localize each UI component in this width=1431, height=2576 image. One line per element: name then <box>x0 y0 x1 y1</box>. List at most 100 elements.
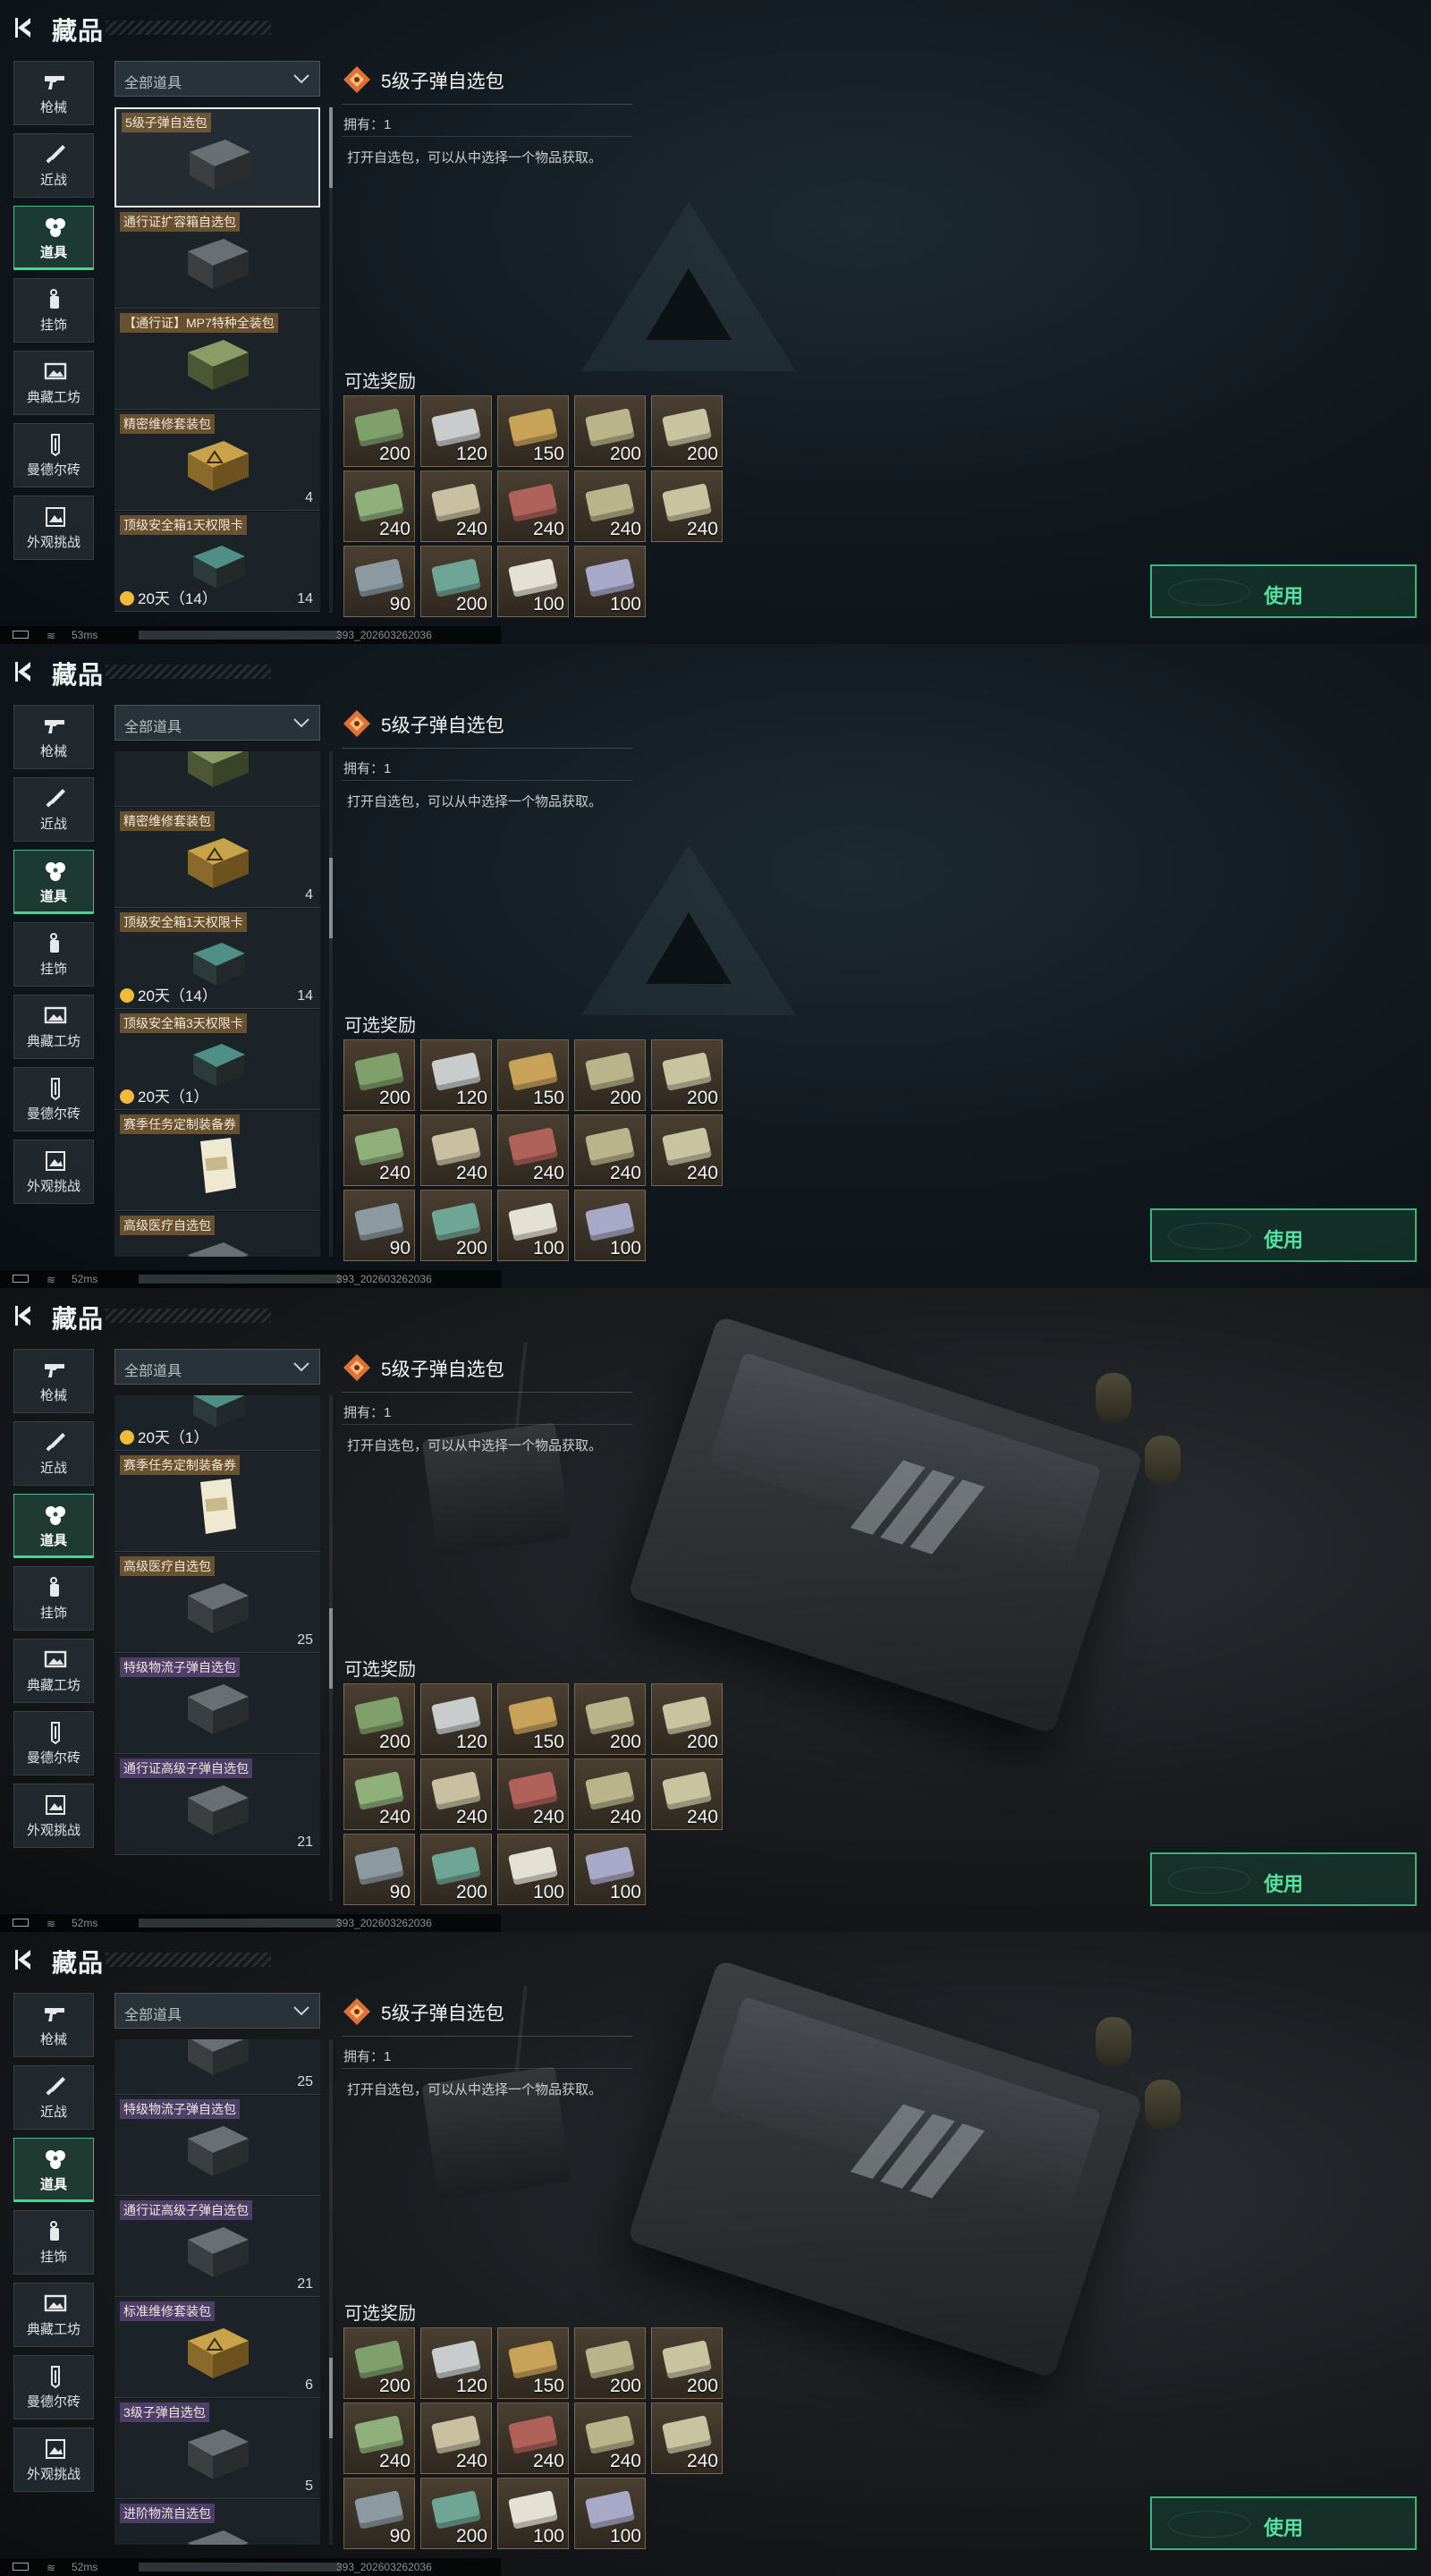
sidebar-item-workshop[interactable]: 典藏工坊 <box>13 2283 94 2347</box>
sidebar-item-workshop[interactable]: 典藏工坊 <box>13 1639 94 1703</box>
item-card[interactable]: 特级物流子弹自选包 <box>114 1654 320 1754</box>
sidebar-item-challenge[interactable]: 外观挑战 <box>13 496 94 560</box>
reward-option[interactable]: 90 <box>343 1834 415 1905</box>
back-arrow-icon[interactable] <box>13 659 38 684</box>
scrollbar-thumb[interactable] <box>329 1608 333 1689</box>
reward-option[interactable]: 120 <box>420 1683 492 1755</box>
item-card[interactable]: 25 <box>114 2039 320 2095</box>
reward-option[interactable]: 100 <box>497 2478 569 2549</box>
sidebar-item-charm[interactable]: 挂饰 <box>13 922 94 987</box>
reward-option[interactable]: 240 <box>574 1758 646 1830</box>
reward-option[interactable]: 240 <box>574 2402 646 2474</box>
reward-option[interactable]: 200 <box>651 1039 723 1111</box>
item-card[interactable]: 通行证扩容箱自选包 <box>114 208 320 309</box>
reward-option[interactable]: 240 <box>651 470 723 542</box>
sidebar-item-items[interactable]: 道具 <box>13 206 94 270</box>
reward-option[interactable]: 150 <box>497 2327 569 2399</box>
reward-option[interactable]: 200 <box>343 2327 415 2399</box>
reward-option[interactable]: 100 <box>574 546 646 617</box>
reward-option[interactable]: 200 <box>574 1683 646 1755</box>
reward-option[interactable]: 90 <box>343 1190 415 1261</box>
sidebar-item-knife[interactable]: 近战 <box>13 777 94 842</box>
item-list-scrollbar[interactable] <box>329 751 333 1257</box>
item-list-scrollbar[interactable] <box>329 1395 333 1901</box>
item-filter-dropdown[interactable]: 全部道具 <box>114 1349 320 1385</box>
reward-option[interactable]: 150 <box>497 1683 569 1755</box>
reward-option[interactable]: 200 <box>420 2478 492 2549</box>
back-arrow-icon[interactable] <box>13 1947 38 1972</box>
sidebar-item-brick[interactable]: 曼德尔砖 <box>13 423 94 487</box>
reward-option[interactable]: 200 <box>574 1039 646 1111</box>
item-list-scrollbar[interactable] <box>329 107 333 613</box>
sidebar-item-knife[interactable]: 近战 <box>13 133 94 198</box>
reward-option[interactable]: 90 <box>343 546 415 617</box>
item-card[interactable]: 高级医疗自选包 25 <box>114 1553 320 1653</box>
reward-option[interactable]: 240 <box>420 1114 492 1186</box>
reward-option[interactable]: 240 <box>343 1758 415 1830</box>
reward-option[interactable]: 240 <box>420 470 492 542</box>
reward-option[interactable]: 240 <box>343 470 415 542</box>
use-button[interactable]: 使用 <box>1150 564 1417 618</box>
reward-option[interactable]: 240 <box>497 2402 569 2474</box>
reward-option[interactable]: 240 <box>651 1114 723 1186</box>
sidebar-item-workshop[interactable]: 典藏工坊 <box>13 351 94 415</box>
item-card[interactable]: 顶级安全箱3天权限卡 20天（1） <box>114 1010 320 1110</box>
reward-option[interactable]: 200 <box>651 2327 723 2399</box>
sidebar-item-brick[interactable]: 曼德尔砖 <box>13 2355 94 2419</box>
reward-option[interactable]: 100 <box>497 1190 569 1261</box>
sidebar-item-challenge[interactable]: 外观挑战 <box>13 1784 94 1848</box>
reward-option[interactable]: 200 <box>343 1039 415 1111</box>
use-button[interactable]: 使用 <box>1150 1852 1417 1906</box>
reward-option[interactable]: 200 <box>420 1834 492 1905</box>
item-card[interactable]: 特级物流子弹自选包 <box>114 2096 320 2196</box>
reward-option[interactable]: 240 <box>343 1114 415 1186</box>
item-card[interactable]: 顶级安全箱1天权限卡 20天（14） 14 <box>114 909 320 1009</box>
item-card[interactable]: 精密维修套装包 4 <box>114 808 320 908</box>
item-filter-dropdown[interactable]: 全部道具 <box>114 1993 320 2029</box>
item-filter-dropdown[interactable]: 全部道具 <box>114 705 320 741</box>
item-card[interactable]: 赛季任务定制装备券 <box>114 1452 320 1552</box>
reward-option[interactable]: 100 <box>497 546 569 617</box>
use-button[interactable]: 使用 <box>1150 1208 1417 1262</box>
sidebar-item-items[interactable]: 道具 <box>13 850 94 914</box>
reward-option[interactable]: 200 <box>343 395 415 467</box>
item-card[interactable]: 通行证高级子弹自选包 21 <box>114 1755 320 1855</box>
item-card[interactable]: 5级子弹自选包 <box>114 107 320 208</box>
sidebar-item-charm[interactable]: 挂饰 <box>13 1566 94 1631</box>
sidebar-item-gun[interactable]: 枪械 <box>13 705 94 769</box>
item-card[interactable] <box>114 751 320 807</box>
item-card[interactable]: 3级子弹自选包 5 <box>114 2399 320 2499</box>
sidebar-item-items[interactable]: 道具 <box>13 2138 94 2202</box>
reward-option[interactable]: 120 <box>420 2327 492 2399</box>
back-arrow-icon[interactable] <box>13 1303 38 1328</box>
item-card[interactable]: 精密维修套装包 4 <box>114 411 320 511</box>
reward-option[interactable]: 240 <box>574 1114 646 1186</box>
sidebar-item-brick[interactable]: 曼德尔砖 <box>13 1067 94 1131</box>
reward-option[interactable]: 120 <box>420 395 492 467</box>
sidebar-item-challenge[interactable]: 外观挑战 <box>13 2428 94 2492</box>
reward-option[interactable]: 100 <box>497 1834 569 1905</box>
reward-option[interactable]: 240 <box>497 1114 569 1186</box>
back-arrow-icon[interactable] <box>13 15 38 40</box>
reward-option[interactable]: 240 <box>651 1758 723 1830</box>
reward-option[interactable]: 100 <box>574 1190 646 1261</box>
reward-option[interactable]: 90 <box>343 2478 415 2549</box>
item-filter-dropdown[interactable]: 全部道具 <box>114 61 320 97</box>
sidebar-item-charm[interactable]: 挂饰 <box>13 2210 94 2275</box>
item-card[interactable]: 赛季任务定制装备券 <box>114 1111 320 1211</box>
sidebar-item-gun[interactable]: 枪械 <box>13 61 94 125</box>
item-list-scrollbar[interactable] <box>329 2039 333 2545</box>
item-card[interactable]: 顶级安全箱1天权限卡 20天（14） 14 <box>114 512 320 612</box>
reward-option[interactable]: 200 <box>420 1190 492 1261</box>
reward-option[interactable]: 100 <box>574 1834 646 1905</box>
reward-option[interactable]: 200 <box>651 395 723 467</box>
reward-option[interactable]: 240 <box>420 1758 492 1830</box>
sidebar-item-knife[interactable]: 近战 <box>13 1421 94 1486</box>
scrollbar-thumb[interactable] <box>329 858 333 938</box>
reward-option[interactable]: 200 <box>420 546 492 617</box>
use-button[interactable]: 使用 <box>1150 2496 1417 2550</box>
reward-option[interactable]: 150 <box>497 1039 569 1111</box>
sidebar-item-brick[interactable]: 曼德尔砖 <box>13 1711 94 1775</box>
sidebar-item-workshop[interactable]: 典藏工坊 <box>13 995 94 1059</box>
reward-option[interactable]: 200 <box>343 1683 415 1755</box>
